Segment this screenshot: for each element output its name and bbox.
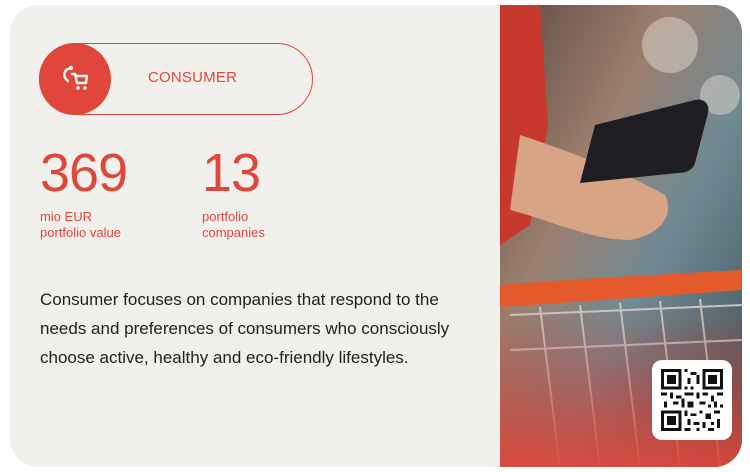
stat-value: 13	[202, 143, 261, 203]
qr-code-icon	[661, 369, 723, 431]
category-pill: CONSUMER	[39, 43, 313, 115]
stat-label-line: mio EUR	[40, 209, 93, 224]
stat-label-line: portfolio value	[40, 225, 121, 240]
stat-label-line: portfolio	[202, 209, 249, 224]
stat-label: mio EUR portfolio value	[40, 209, 127, 241]
card-content: CONSUMER 369 mio EUR portfolio value 13 …	[10, 5, 500, 467]
consumer-card: CONSUMER 369 mio EUR portfolio value 13 …	[10, 5, 742, 467]
stat-value: 369	[40, 143, 128, 203]
stat-label: portfolio companies	[202, 209, 265, 241]
shopping-cart-person-icon	[63, 65, 89, 90]
qr-code[interactable]	[652, 360, 732, 440]
category-description: Consumer focuses on companies that respo…	[40, 290, 450, 367]
stat-portfolio-value: 369 mio EUR portfolio value	[40, 143, 128, 241]
stat-portfolio-companies: 13 portfolio companies	[202, 145, 265, 241]
category-label: CONSUMER	[148, 69, 238, 86]
category-icon-badge	[39, 43, 111, 115]
stat-label-line: companies	[202, 225, 265, 240]
